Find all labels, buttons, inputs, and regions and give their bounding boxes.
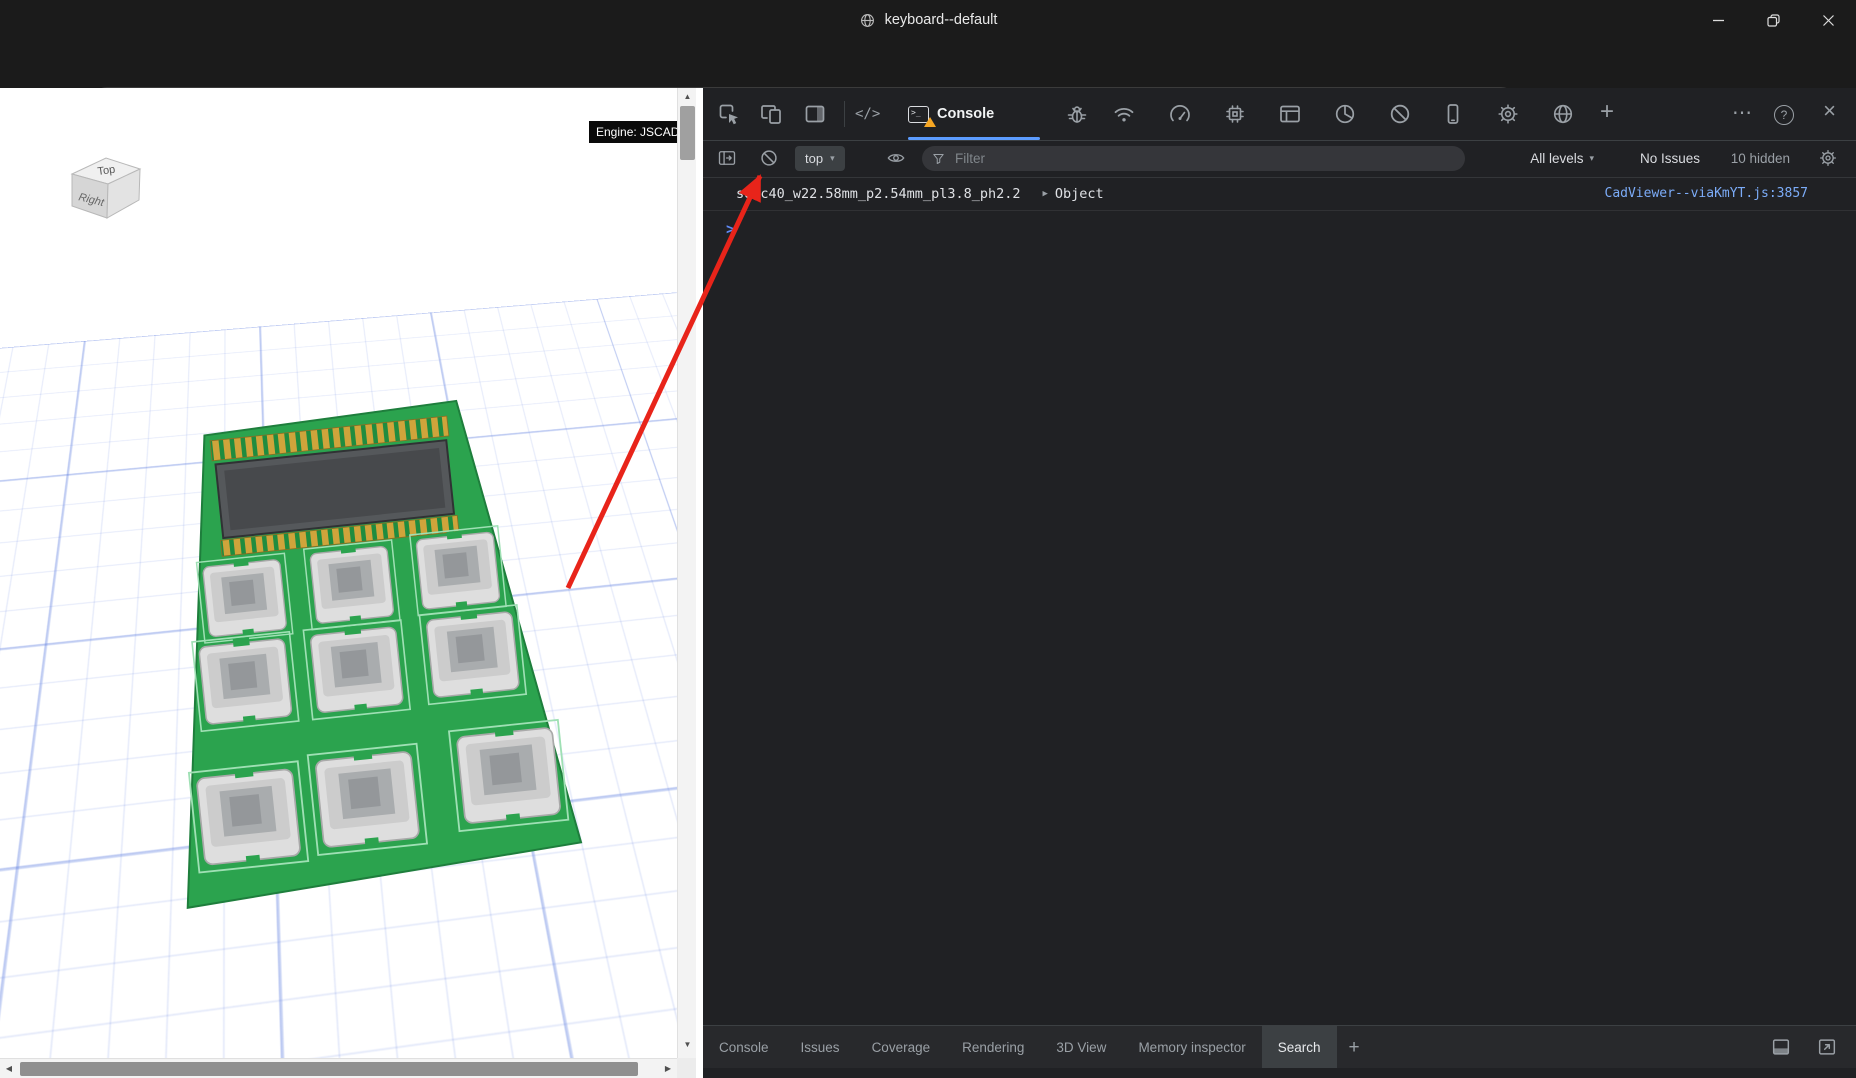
filter-box[interactable] (922, 146, 1465, 171)
close-icon (1823, 14, 1834, 26)
view-cube-top-label[interactable]: Top (97, 164, 116, 178)
drawer-tab-3d-view[interactable]: 3D View (1040, 1026, 1122, 1069)
filter-funnel-icon (933, 153, 944, 164)
dock-bottom-icon[interactable] (1770, 1036, 1792, 1058)
restore-button[interactable] (1746, 0, 1801, 40)
tab-console[interactable]: >_ Console (908, 88, 994, 140)
log-object-preview[interactable]: Object (1055, 186, 1104, 202)
device-toolbar-icon[interactable] (759, 102, 783, 126)
drawer-tab-console[interactable]: Console (703, 1026, 785, 1069)
tab-title-group: keyboard--default (0, 0, 1856, 40)
chevron-down-icon: ▾ (1589, 153, 1594, 163)
page-edge-gap (696, 88, 703, 1078)
minimize-button[interactable] (1691, 0, 1746, 40)
console-panel-icon: >_ (908, 105, 936, 127)
scrollbar-corner (677, 1058, 696, 1078)
vertical-scrollbar[interactable]: ▲ ▼ (677, 88, 697, 1058)
filter-input[interactable] (953, 150, 1465, 167)
horizontal-scrollbar[interactable]: ◀ ▶ (0, 1058, 677, 1078)
close-devtools-icon[interactable]: × (1823, 98, 1836, 124)
navigation-bar: https://tscircuit-3d-viewer.vercel.app/i… (0, 40, 1856, 121)
drawer-content-strip (703, 1068, 1856, 1078)
device-icon[interactable] (1441, 102, 1465, 126)
log-message: soic40_w22.58mm_p2.54mm_pl3.8_ph2.2 (736, 185, 1021, 202)
console-toolbar: top ▾ All levels ▾ No Issues 10 hidden (703, 140, 1856, 178)
drawer-tab-issues[interactable]: Issues (785, 1026, 856, 1069)
focus-mode-icon[interactable] (803, 102, 827, 126)
horizontal-scroll-thumb[interactable] (20, 1062, 638, 1076)
bug-icon[interactable] (1065, 102, 1089, 126)
drawer-tab-bar: Console Issues Coverage Rendering 3D Vie… (703, 1025, 1856, 1069)
window-title: keyboard--default (884, 12, 998, 28)
tab-elements[interactable]: </> (855, 88, 880, 140)
vertical-scroll-thumb[interactable] (680, 106, 695, 160)
warning-badge (924, 116, 936, 127)
browser-window: keyboard--default https://tscircuit-3d-v… (0, 0, 1856, 1078)
context-selector-value: top (805, 151, 824, 166)
memory-icon[interactable] (1223, 102, 1247, 126)
add-drawer-tab-icon[interactable]: + (1337, 1026, 1372, 1069)
issues-counter[interactable]: No Issues (1640, 140, 1700, 177)
log-levels-dropdown[interactable]: All levels ▾ (1530, 140, 1594, 177)
drawer-tab-rendering[interactable]: Rendering (946, 1026, 1040, 1069)
console-prompt[interactable]: > (703, 211, 1856, 247)
engine-label: Engine: JSCAD (589, 121, 677, 143)
devtools-more-icon[interactable]: ⋯ (1732, 100, 1752, 125)
request-blocking-icon[interactable] (1388, 102, 1412, 126)
view-cube[interactable]: Top Right (58, 144, 154, 240)
drawer-tab-coverage[interactable]: Coverage (856, 1026, 947, 1069)
scroll-down-arrow[interactable]: ▼ (678, 1040, 697, 1049)
scroll-right-arrow[interactable]: ▶ (659, 1064, 677, 1073)
log-source-link[interactable]: CadViewer--viaKmYT.js:3857 (1605, 186, 1809, 201)
console-settings-gear-icon[interactable] (1818, 148, 1838, 168)
3d-viewer-canvas[interactable]: Top Right Engine: JSCAD (0, 88, 677, 1058)
live-expression-eye-icon[interactable] (886, 148, 906, 168)
clear-console-icon[interactable] (759, 148, 779, 168)
hidden-messages-count[interactable]: 10 hidden (1731, 140, 1790, 177)
title-bar: keyboard--default (0, 0, 1856, 40)
restore-icon (1767, 13, 1780, 27)
chevron-down-icon: ▾ (830, 153, 835, 163)
help-icon[interactable]: ? (1774, 105, 1794, 125)
coverage-pie-icon[interactable] (1333, 102, 1357, 126)
scroll-up-arrow[interactable]: ▲ (678, 92, 697, 101)
inspect-icon[interactable] (717, 102, 741, 126)
network-conditions-icon[interactable] (1112, 102, 1136, 126)
console-sidebar-icon[interactable] (717, 148, 737, 168)
console-log-row: soic40_w22.58mm_p2.54mm_pl3.8_ph2.2 ▶ Ob… (703, 177, 1856, 211)
performance-icon[interactable] (1168, 102, 1192, 126)
context-selector[interactable]: top ▾ (795, 146, 845, 171)
page-favicon-globe-icon (860, 13, 874, 27)
expand-object-icon[interactable]: ▶ (1042, 189, 1047, 199)
devtools-toolbar: </> >_ Console + ⋯ ? × (703, 88, 1856, 141)
scroll-left-arrow[interactable]: ◀ (0, 1064, 18, 1073)
console-tab-label[interactable]: Console (937, 106, 994, 122)
application-icon[interactable] (1278, 102, 1302, 126)
settings-gear-icon[interactable] (1496, 102, 1520, 126)
drawer-tab-memory-inspector[interactable]: Memory inspector (1122, 1026, 1261, 1069)
minimize-icon (1713, 19, 1724, 21)
expand-panel-icon[interactable] (1816, 1036, 1838, 1058)
add-panel-icon[interactable]: + (1600, 98, 1614, 126)
close-window-button[interactable] (1801, 0, 1856, 40)
drawer-tab-search[interactable]: Search (1261, 1026, 1337, 1069)
toolbar-separator (844, 101, 845, 127)
globe-icon[interactable] (1551, 102, 1575, 126)
devtools-panel: </> >_ Console + ⋯ ? × top ▾ Filter All … (703, 88, 1856, 1078)
prompt-chevron-icon: > (726, 220, 736, 238)
